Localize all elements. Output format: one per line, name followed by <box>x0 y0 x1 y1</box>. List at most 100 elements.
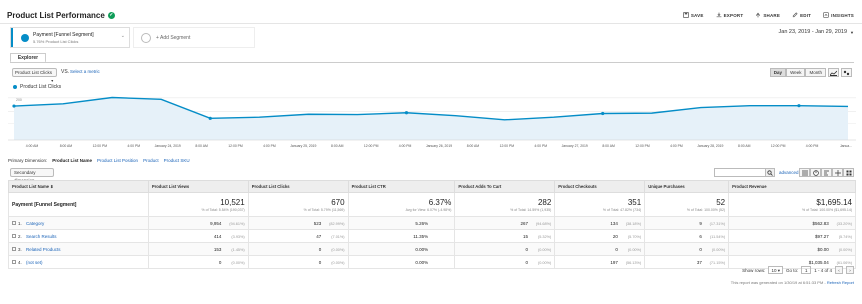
row-checkbox[interactable] <box>12 221 16 226</box>
export-button[interactable]: EXPORT <box>716 12 744 18</box>
report-toolbar: SAVE EXPORT SHARE EDIT INSIGHTS <box>683 12 854 18</box>
dimension-product-sku[interactable]: Product SKU <box>164 158 190 163</box>
x-tick-label: 8:00 AM <box>195 144 208 148</box>
cell-value: 11.35% <box>413 233 429 239</box>
header-divider <box>0 23 862 24</box>
column-header-views[interactable]: Product List Views <box>147 180 249 193</box>
insights-label: INSIGHTS <box>831 12 854 18</box>
chevron-down-icon[interactable]: ⌄ <box>121 33 125 39</box>
period-day-button[interactable]: Day <box>769 68 787 77</box>
refresh-report-link[interactable]: Refresh Report <box>827 280 854 285</box>
cell-value: 0 <box>525 259 529 265</box>
cell-value: 6 <box>699 233 702 239</box>
search-icon <box>767 169 773 176</box>
column-header-clicks[interactable]: Product List Clicks <box>247 180 349 193</box>
cell-value: 0 <box>525 246 529 252</box>
share-button[interactable]: SHARE <box>755 12 780 18</box>
x-tick-label: January 27, 2019 <box>562 144 588 148</box>
vs-label: VS. <box>61 69 70 75</box>
view-percentage-button[interactable] <box>810 168 821 177</box>
data-point[interactable] <box>601 111 605 116</box>
insights-icon <box>823 12 829 18</box>
row-value-cell: 20 (5.70%) <box>554 229 646 243</box>
view-table-button[interactable] <box>799 168 810 177</box>
row-name-link[interactable]: Category <box>26 221 44 226</box>
advanced-filter-link[interactable]: advanced <box>779 170 799 175</box>
bar-view-icon <box>823 170 829 175</box>
column-header-unique-purchases[interactable]: Unique Purchases <box>644 180 730 193</box>
motion-chart-button[interactable] <box>841 68 852 77</box>
export-icon <box>716 12 721 18</box>
cell-percent: (0.00%) <box>838 247 852 252</box>
row-name-link[interactable]: Related Products <box>26 247 61 252</box>
data-point[interactable] <box>404 111 409 115</box>
x-tick-label: 8:00 AM <box>602 144 615 148</box>
generated-text: This report was generated on 1/30/19 at … <box>730 280 826 285</box>
x-tick-label: January 24, 2019 <box>155 144 181 148</box>
column-header-product-list-name[interactable]: Product List Name ⬍ <box>8 180 149 193</box>
search-button[interactable] <box>765 168 775 177</box>
rows-per-page-select[interactable]: 10 ▾ <box>768 266 783 274</box>
select-metric-link[interactable]: Select a metric <box>70 69 100 74</box>
active-segment-card[interactable]: Payment [Funnel Segment] 5.76% Product L… <box>10 27 130 48</box>
row-checkbox[interactable] <box>12 247 16 252</box>
secondary-dimension-dropdown[interactable]: Secondary dimension ▼ <box>10 168 54 183</box>
row-name-cell: 3. Related Products <box>8 242 149 256</box>
total-cell: 351% of Total: 47.82% (734) <box>554 192 646 217</box>
add-segment-card[interactable]: + Add Segment <box>133 27 255 48</box>
row-value-cell: 0 (0.00%) <box>644 242 730 256</box>
row-checkbox[interactable] <box>12 260 16 265</box>
prev-page-button[interactable]: ‹ <box>835 266 843 274</box>
total-cell: 282% of Total: 14.59% (1,935) <box>454 192 556 217</box>
report-title: Product List Performance <box>7 11 105 20</box>
save-label: SAVE <box>690 12 704 18</box>
row-value-cell: 9 (17.31%) <box>644 216 730 230</box>
row-name-link[interactable]: Search Results <box>26 234 57 239</box>
caret-down-icon: ▼ <box>850 29 854 35</box>
sort-icon: ⬍ <box>50 184 54 189</box>
insights-button[interactable]: INSIGHTS <box>823 12 854 18</box>
total-value: 282 <box>537 197 552 207</box>
column-header-checkouts[interactable]: Product Checkouts <box>554 180 646 193</box>
next-page-button[interactable]: › <box>846 266 854 274</box>
view-performance-button[interactable] <box>821 168 832 177</box>
cell-percent: (33.20%) <box>836 221 852 226</box>
cell-percent: (7.01%) <box>331 234 345 239</box>
x-tick-label: 12:00 PM <box>500 144 515 148</box>
total-sub: % of Total: 47.82% (734) <box>602 207 642 212</box>
row-value-cell: 414 (3.93%) <box>147 229 249 243</box>
row-checkbox[interactable] <box>12 234 16 239</box>
save-button[interactable]: SAVE <box>683 12 704 18</box>
date-range-picker[interactable]: Jan 23, 2019 - Jan 29, 2019 ▼ <box>779 29 854 35</box>
row-value-cell: 0 (0.00%) <box>247 242 349 256</box>
data-point[interactable] <box>208 116 212 120</box>
cell-percent: (0.00%) <box>627 247 642 252</box>
data-point[interactable] <box>797 104 801 108</box>
goto-page-input[interactable]: 1 <box>801 266 812 274</box>
column-header-ctr[interactable]: Product List CTR <box>347 180 456 193</box>
row-name-link[interactable]: (not set) <box>26 260 43 265</box>
view-term-cloud-button[interactable] <box>843 168 854 177</box>
data-point[interactable] <box>12 104 16 108</box>
row-value-cell: 0.00% <box>347 242 456 256</box>
share-label: SHARE <box>763 12 781 18</box>
total-value: 10,521 <box>220 197 245 207</box>
total-value: 351 <box>627 197 642 207</box>
metric-dropdown[interactable]: Product List Clicks ▼ <box>12 68 57 83</box>
period-month-button[interactable]: Month <box>805 68 826 77</box>
dimension-product-list-name[interactable]: Product List Name <box>52 158 92 163</box>
total-sub: % of Total: 100.00% (52) <box>686 207 726 212</box>
line-chart-button[interactable] <box>828 68 839 77</box>
view-comparison-button[interactable] <box>832 168 843 177</box>
edit-button[interactable]: EDIT <box>792 12 811 18</box>
cell-percent: (17.31%) <box>709 221 726 226</box>
row-value-cell: 37 (71.15%) <box>644 255 730 269</box>
row-value-cell: 6 (11.54%) <box>644 229 730 243</box>
period-week-button[interactable]: Week <box>786 68 806 77</box>
dimension-product-list-position[interactable]: Product List Position <box>97 158 138 163</box>
segment-color-bar <box>11 28 13 47</box>
column-header-adds-to-cart[interactable]: Product Adds To Cart <box>454 180 556 193</box>
row-value-cell: 0 (0.00%) <box>147 255 249 269</box>
dimension-product[interactable]: Product <box>143 158 159 163</box>
column-header-revenue[interactable]: Product Revenue <box>728 180 856 193</box>
